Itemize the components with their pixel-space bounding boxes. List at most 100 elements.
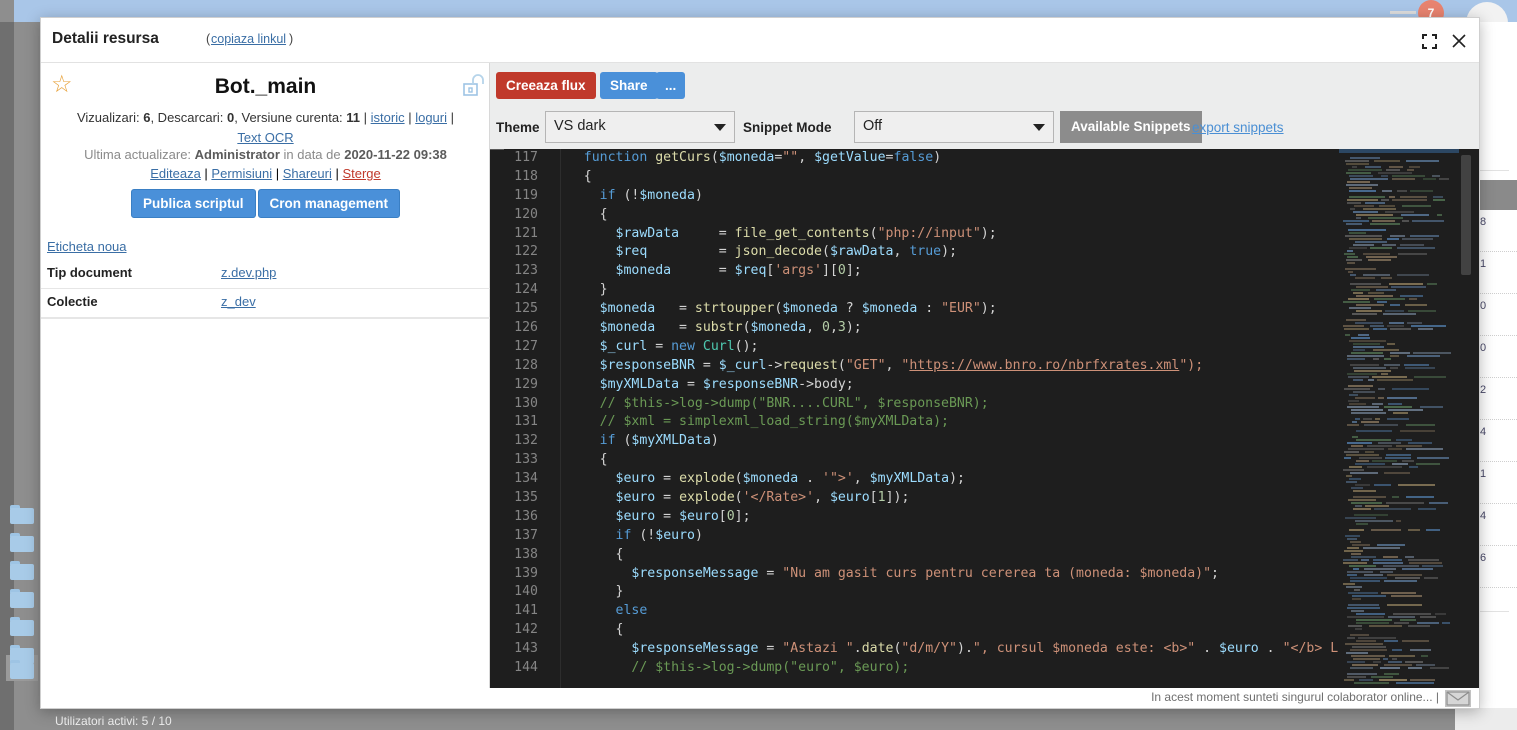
close-icon[interactable] <box>1448 30 1470 52</box>
sidebar-folder-icon[interactable] <box>10 505 34 524</box>
minimap-code-line <box>1343 301 1370 303</box>
code-token: ][ <box>822 263 838 279</box>
mail-icon[interactable] <box>1445 690 1471 707</box>
code-line[interactable]: 138 { <box>490 546 1479 565</box>
minimap-code-line <box>1392 175 1425 177</box>
code-line[interactable]: 124 } <box>490 281 1479 300</box>
more-options-button[interactable]: ... <box>656 72 686 99</box>
minimap-code-line <box>1351 412 1386 414</box>
meta-value-collection[interactable]: z_dev <box>221 294 256 309</box>
code-token: = <box>655 490 680 506</box>
publish-script-button[interactable]: Publica scriptul <box>130 189 256 218</box>
minimap-code-line <box>1410 190 1433 192</box>
code-line[interactable]: 133 { <box>490 451 1479 470</box>
code-line[interactable]: 127 $_curl = new Curl(); <box>490 338 1479 357</box>
create-flux-button[interactable]: Creeaza flux <box>496 72 596 99</box>
code-line[interactable]: 125 $moneda = strtoupper($moneda ? $mone… <box>490 300 1479 319</box>
code-line[interactable]: 136 $euro = $euro[0]; <box>490 508 1479 527</box>
link-text-ocr[interactable]: Text OCR <box>237 130 293 145</box>
minimap-code-line <box>1372 376 1407 378</box>
line-number: 121 <box>514 225 538 241</box>
meta-value-document-type[interactable]: z.dev.php <box>221 265 276 280</box>
cron-management-button[interactable]: Cron management <box>257 189 401 218</box>
sidebar-folder-icon[interactable] <box>10 617 34 636</box>
code-line[interactable]: 139 $responseMessage = "Nu am gasit curs… <box>490 565 1479 584</box>
code-line[interactable]: 120 { <box>490 206 1479 225</box>
document-type-link[interactable]: z.dev.php <box>221 265 276 280</box>
sidebar-folder-icon[interactable] <box>10 589 34 608</box>
code-line[interactable]: 117 function getCurs($moneda = "", $getVal… <box>490 149 1479 168</box>
copy-link-action[interactable]: copiaza linkul <box>211 32 286 46</box>
code-line[interactable]: 140 } <box>490 583 1479 602</box>
minimap-code-line <box>1397 190 1407 192</box>
code-line[interactable]: 128 $responseBNR = $_curl->request("GET"… <box>490 357 1479 376</box>
link-istoric[interactable]: istoric <box>371 110 405 125</box>
export-snippets-link[interactable]: export snippets <box>1192 120 1284 135</box>
code-line-text: $euro = explode($moneda . '">', $myXMLDa… <box>552 471 965 486</box>
link-loguri[interactable]: loguri <box>415 110 447 125</box>
page-title: Bot._main <box>214 75 317 98</box>
action-permisiuni[interactable]: Permisiuni <box>211 166 272 181</box>
code-line[interactable]: 134 $euro = explode($moneda . '">', $myX… <box>490 470 1479 489</box>
code-line[interactable]: 122 $req = json_decode($rawData, true); <box>490 243 1479 262</box>
minimap-code-line <box>1387 574 1422 576</box>
expand-icon[interactable] <box>1418 30 1440 52</box>
minimap-code-line <box>1346 184 1378 186</box>
code-line[interactable]: 123 $moneda = $req['args'][0]; <box>490 262 1479 281</box>
minimap-code-line <box>1409 562 1442 564</box>
code-token: $moneda <box>639 187 695 203</box>
collection-link[interactable]: z_dev <box>221 294 256 309</box>
code-line[interactable]: 143 $responseMessage = "Astazi ".date("d… <box>490 640 1479 659</box>
code-token: if <box>599 187 616 203</box>
code-line[interactable]: 137 if (!$euro) <box>490 527 1479 546</box>
minimap-code-line <box>1402 568 1433 570</box>
minimap-viewport-slider[interactable] <box>1339 149 1459 153</box>
minimap-code-line <box>1427 283 1437 285</box>
code-line[interactable]: 142 { <box>490 621 1479 640</box>
minimap-code-line <box>1395 577 1420 579</box>
code-line[interactable]: 132 if ($myXMLData) <box>490 432 1479 451</box>
action-editeaza[interactable]: Editeaza <box>150 166 201 181</box>
code-editor-area[interactable]: 117 function getCurs($moneda="", $getVal… <box>490 149 1479 688</box>
background-table-row: 0 <box>1480 294 1517 336</box>
theme-select-value: VS dark <box>554 118 606 134</box>
code-lines-container[interactable]: 117 function getCurs($moneda="", $getVal… <box>490 149 1479 688</box>
minimap-code-line <box>1349 394 1358 396</box>
editor-minimap[interactable] <box>1339 149 1459 688</box>
minimap-code-line <box>1390 235 1405 237</box>
action-sterge[interactable]: Sterge <box>342 166 380 181</box>
code-line[interactable]: 131 // $xml = simplexml_load_string($myX… <box>490 413 1479 432</box>
code-line[interactable]: 130 // $this->log->dump("BNR....CURL", $… <box>490 395 1479 414</box>
line-number: 144 <box>514 660 538 676</box>
editor-scrollbar-thumb[interactable] <box>1461 155 1471 275</box>
minimap-code-line <box>1347 574 1357 576</box>
code-line[interactable]: 126 $moneda = substr($moneda, 0,3); <box>490 319 1479 338</box>
minimap-code-line <box>1367 445 1392 447</box>
editor-toolbar-primary: Creeaza flux Share ... <box>490 63 1479 106</box>
share-button[interactable]: Share <box>600 72 658 99</box>
available-snippets-button[interactable]: Available Snippets <box>1060 111 1202 143</box>
theme-select[interactable]: VS dark <box>545 111 735 143</box>
code-line[interactable]: 119 if (!$moneda) <box>490 187 1479 206</box>
code-line[interactable]: 144 // $this->log->dump("euro", $euro); <box>490 659 1479 678</box>
new-tag-anchor[interactable]: Eticheta noua <box>47 239 127 254</box>
new-tag-link[interactable]: Eticheta noua <box>47 239 127 254</box>
minimap-code-line <box>1349 175 1373 177</box>
minimap-code-line <box>1347 571 1373 573</box>
code-line[interactable]: 121 $rawData = file_get_contents("php://… <box>490 225 1479 244</box>
code-line[interactable]: 141 else <box>490 602 1479 621</box>
code-line[interactable]: 118 { <box>490 168 1479 187</box>
action-shareuri[interactable]: Shareuri <box>283 166 332 181</box>
copy-link-anchor[interactable]: copiaza linkul <box>211 32 286 46</box>
sidebar-folder-icon[interactable] <box>10 660 34 679</box>
snippet-mode-select[interactable]: Off <box>854 111 1054 143</box>
minimap-code-line <box>1381 277 1392 279</box>
minimap-code-line <box>1352 421 1357 423</box>
minimap-code-line <box>1407 169 1414 171</box>
minimap-code-line <box>1351 655 1385 657</box>
sidebar-folder-icon[interactable] <box>10 533 34 552</box>
code-line[interactable]: 135 $euro = explode('</Rate>', $euro[1])… <box>490 489 1479 508</box>
minimap-code-line <box>1363 418 1372 420</box>
code-line[interactable]: 129 $myXMLData = $responseBNR->body; <box>490 376 1479 395</box>
sidebar-folder-icon[interactable] <box>10 561 34 580</box>
